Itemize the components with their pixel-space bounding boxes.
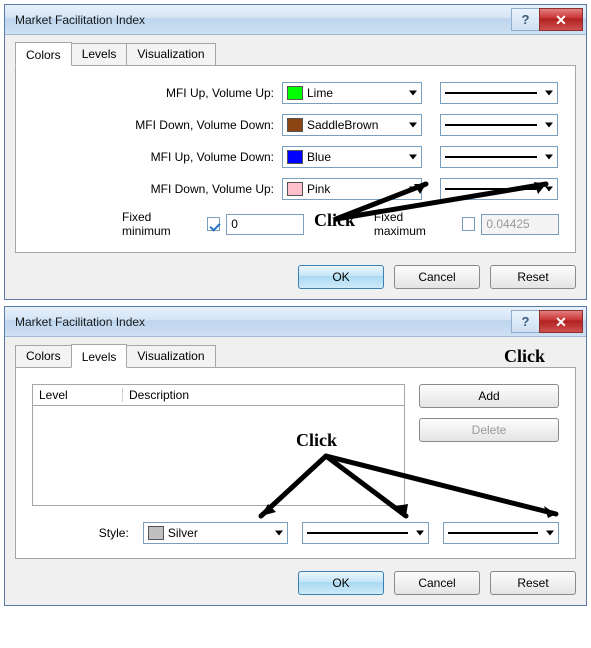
column-description[interactable]: Description xyxy=(123,388,404,402)
reset-button[interactable]: Reset xyxy=(490,265,576,289)
ok-button[interactable]: OK xyxy=(298,571,384,595)
line-sample-icon xyxy=(307,532,407,534)
chevron-down-icon xyxy=(416,531,424,536)
color-swatch-icon xyxy=(287,182,303,196)
column-level[interactable]: Level xyxy=(33,388,123,402)
color-select[interactable]: Pink xyxy=(282,178,422,200)
fixed-row: Fixed minimum 0 Fixed maximum 0.04425 xyxy=(32,210,559,238)
button-row: OK Cancel Reset xyxy=(15,571,576,595)
fixed-max-label: Fixed maximum xyxy=(374,210,456,238)
dialog-body: Colors Levels Visualization MFI Up, Volu… xyxy=(5,35,586,299)
tab-levels[interactable]: Levels xyxy=(71,43,128,65)
row-label: MFI Down, Volume Down: xyxy=(32,118,282,132)
color-swatch-icon xyxy=(287,150,303,164)
style-color-select[interactable]: Silver xyxy=(143,522,289,544)
tabbar: Colors Levels Visualization xyxy=(15,343,576,368)
color-swatch-icon xyxy=(287,118,303,132)
fixed-min-checkbox[interactable] xyxy=(207,217,221,231)
line-sample-icon xyxy=(445,156,537,158)
help-button[interactable]: ? xyxy=(511,8,539,31)
dialog-colors: Market Facilitation Index ? ✕ Colors Lev… xyxy=(4,4,587,300)
chevron-down-icon xyxy=(275,531,283,536)
dialog-levels: Market Facilitation Index ? ✕ Colors Lev… xyxy=(4,306,587,606)
style-line-width-select[interactable] xyxy=(443,522,559,544)
row-label: MFI Up, Volume Down: xyxy=(32,150,282,164)
color-select[interactable]: Blue xyxy=(282,146,422,168)
ok-button[interactable]: OK xyxy=(298,265,384,289)
style-color-name: Silver xyxy=(168,526,198,540)
chevron-down-icon xyxy=(409,91,417,96)
levels-table-body[interactable] xyxy=(32,406,405,506)
line-sample-icon xyxy=(445,124,537,126)
color-swatch-icon xyxy=(287,86,303,100)
tab-levels[interactable]: Levels xyxy=(71,344,128,368)
tabbar: Colors Levels Visualization xyxy=(15,41,576,66)
button-row: OK Cancel Reset xyxy=(15,265,576,289)
window-title: Market Facilitation Index xyxy=(15,13,511,27)
color-row-mfi-down-vol-up: MFI Down, Volume Up: Pink xyxy=(32,178,559,200)
line-sample-icon xyxy=(445,188,537,190)
delete-button: Delete xyxy=(419,418,559,442)
tab-visualization[interactable]: Visualization xyxy=(126,345,215,367)
color-name: Pink xyxy=(307,182,330,196)
color-row-mfi-up-vol-up: MFI Up, Volume Up: Lime xyxy=(32,82,559,104)
cancel-button[interactable]: Cancel xyxy=(394,571,480,595)
line-style-select[interactable] xyxy=(440,146,558,168)
color-select[interactable]: Lime xyxy=(282,82,422,104)
help-button[interactable]: ? xyxy=(511,310,539,333)
levels-table-header: Level Description xyxy=(32,384,405,406)
cancel-button[interactable]: Cancel xyxy=(394,265,480,289)
color-name: Blue xyxy=(307,150,331,164)
line-style-select[interactable] xyxy=(440,114,558,136)
fixed-max-checkbox[interactable] xyxy=(462,217,476,231)
row-label: MFI Up, Volume Up: xyxy=(32,86,282,100)
reset-button[interactable]: Reset xyxy=(490,571,576,595)
tab-colors[interactable]: Colors xyxy=(15,345,72,367)
close-button[interactable]: ✕ xyxy=(539,310,583,333)
chevron-down-icon xyxy=(545,187,553,192)
colors-pane: MFI Up, Volume Up: Lime MFI Down, Volume… xyxy=(15,66,576,253)
titlebar[interactable]: Market Facilitation Index ? ✕ xyxy=(5,307,586,337)
style-row: Style: Silver xyxy=(32,522,559,544)
tab-colors[interactable]: Colors xyxy=(15,42,72,66)
fixed-min-label: Fixed minimum xyxy=(122,210,201,238)
add-button[interactable]: Add xyxy=(419,384,559,408)
line-style-select[interactable] xyxy=(440,82,558,104)
fixed-max-input: 0.04425 xyxy=(481,214,559,235)
row-label: MFI Down, Volume Up: xyxy=(32,182,282,196)
color-swatch-icon xyxy=(148,526,164,540)
tab-visualization[interactable]: Visualization xyxy=(126,43,215,65)
chevron-down-icon xyxy=(545,155,553,160)
chevron-down-icon xyxy=(545,91,553,96)
dialog-body: Colors Levels Visualization Level Descri… xyxy=(5,337,586,605)
chevron-down-icon xyxy=(546,531,554,536)
levels-pane: Level Description Add Delete Style: Silv… xyxy=(15,368,576,559)
chevron-down-icon xyxy=(545,123,553,128)
chevron-down-icon xyxy=(409,123,417,128)
chevron-down-icon xyxy=(409,155,417,160)
close-button[interactable]: ✕ xyxy=(539,8,583,31)
chevron-down-icon xyxy=(409,187,417,192)
color-select[interactable]: SaddleBrown xyxy=(282,114,422,136)
window-title: Market Facilitation Index xyxy=(15,315,511,329)
color-row-mfi-down-vol-down: MFI Down, Volume Down: SaddleBrown xyxy=(32,114,559,136)
style-label: Style: xyxy=(32,526,129,540)
line-style-select[interactable] xyxy=(440,178,558,200)
fixed-min-input[interactable]: 0 xyxy=(226,214,304,235)
color-row-mfi-up-vol-down: MFI Up, Volume Down: Blue xyxy=(32,146,559,168)
line-sample-icon xyxy=(445,92,537,94)
color-name: SaddleBrown xyxy=(307,118,378,132)
titlebar[interactable]: Market Facilitation Index ? ✕ xyxy=(5,5,586,35)
style-line-pattern-select[interactable] xyxy=(302,522,428,544)
color-name: Lime xyxy=(307,86,333,100)
line-sample-icon xyxy=(448,532,538,534)
